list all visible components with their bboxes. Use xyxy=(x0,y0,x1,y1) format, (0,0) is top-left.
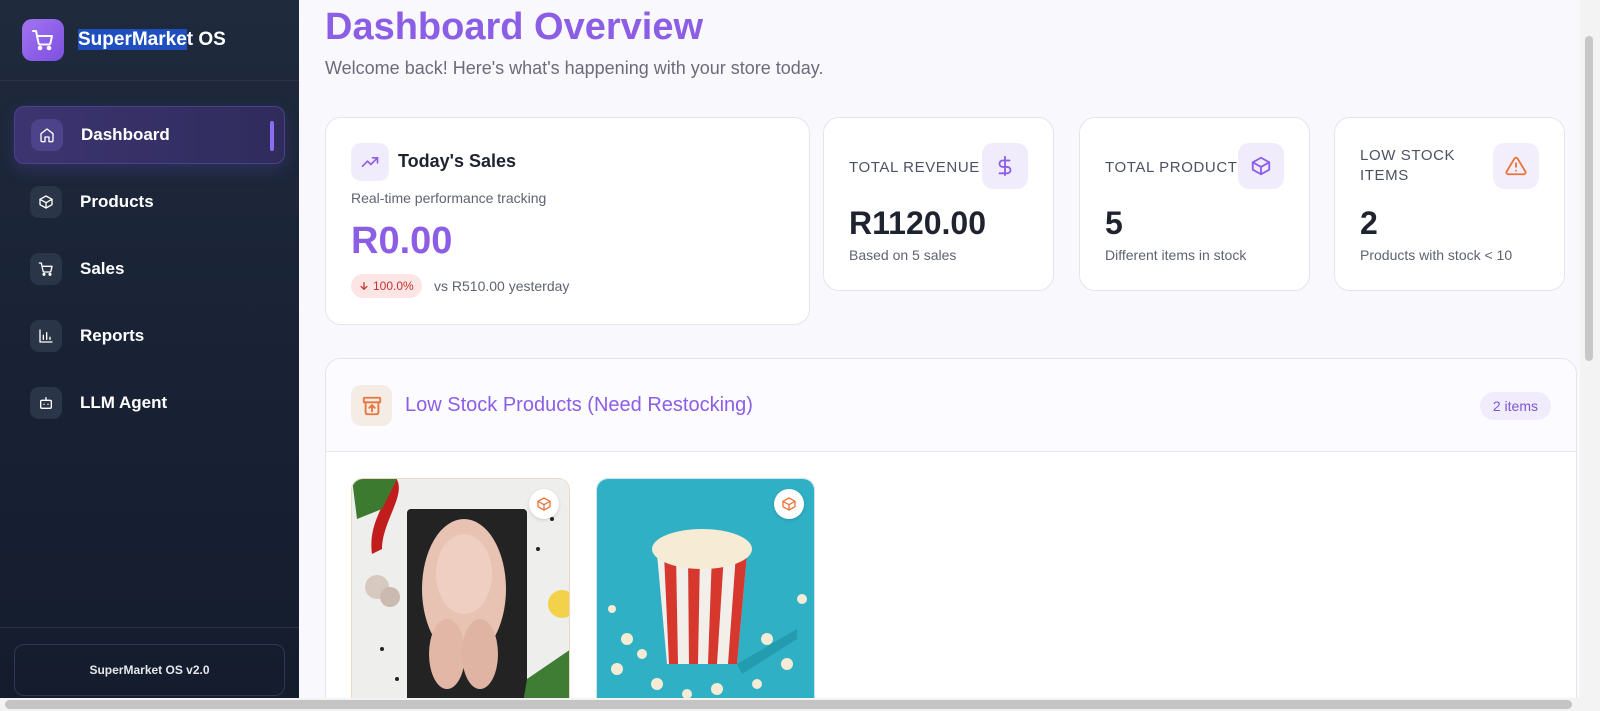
total-products-card: TOTAL PRODUCTS 5 Different items in stoc… xyxy=(1079,117,1310,291)
package-badge-icon xyxy=(529,489,559,519)
app-name-rest: t OS xyxy=(186,29,226,50)
sales-subtitle: Real-time performance tracking xyxy=(351,190,547,206)
sales-title: Today's Sales xyxy=(398,151,517,171)
stat-value: 5 xyxy=(1105,205,1123,241)
stat-value: 2 xyxy=(1360,205,1378,241)
trending-up-icon xyxy=(351,143,389,181)
main-content: Dashboard Overview Welcome back! Here's … xyxy=(299,0,1580,711)
stat-subtext: Based on 5 sales xyxy=(849,247,957,263)
todays-sales-card: Today's Sales Real-time performance trac… xyxy=(325,117,810,325)
version-label: SuperMarket OS v2.0 xyxy=(14,644,285,696)
low-stock-count-badge: 2 items xyxy=(1479,392,1551,420)
stat-label: LOW STOCK ITEMS xyxy=(1360,147,1456,184)
sidebar-footer: SuperMarket OS v2.0 xyxy=(0,627,299,698)
nav-item-dashboard[interactable]: Dashboard xyxy=(14,106,285,164)
sales-amount: R0.00 xyxy=(351,220,453,262)
home-icon xyxy=(31,119,63,151)
package-icon xyxy=(1238,143,1284,189)
low-stock-header: Low Stock Products (Need Restocking) 2 i… xyxy=(326,359,1576,452)
page-subtitle: Welcome back! Here's what's happening wi… xyxy=(325,58,824,78)
delta-value: 100.0% xyxy=(373,279,414,293)
stat-subtext: Products with stock < 10 xyxy=(1360,247,1513,263)
warning-icon xyxy=(1493,143,1539,189)
horizontal-scrollbar[interactable] xyxy=(0,698,1600,711)
arrow-down-icon xyxy=(360,282,368,290)
nav-label: Reports xyxy=(80,326,145,345)
nav-item-llm-agent[interactable]: LLM Agent xyxy=(14,374,285,432)
nav-label: LLM Agent xyxy=(80,393,168,412)
shopping-cart-icon xyxy=(22,19,64,61)
product-card[interactable] xyxy=(596,478,815,708)
total-revenue-card: TOTAL REVENUE R1120.00 Based on 5 sales xyxy=(823,117,1054,291)
vertical-scrollbar-thumb[interactable] xyxy=(1585,36,1593,361)
bot-icon xyxy=(30,387,62,419)
product-card[interactable] xyxy=(351,478,570,708)
stat-label: TOTAL PRODUCTS xyxy=(1105,159,1249,176)
sales-comparison: vs R510.00 yesterday xyxy=(434,278,570,294)
horizontal-scrollbar-thumb[interactable] xyxy=(5,700,1572,709)
stat-subtext: Different items in stock xyxy=(1105,247,1247,263)
nav-item-products[interactable]: Products xyxy=(14,173,285,231)
nav-label: Sales xyxy=(80,259,125,278)
vertical-scrollbar[interactable] xyxy=(1580,0,1600,698)
sales-delta-badge: 100.0% xyxy=(351,274,422,298)
archive-restock-icon xyxy=(351,385,392,426)
cart-icon xyxy=(30,253,62,285)
sidebar: SuperMarket OS Dashboard Products Sales … xyxy=(0,0,299,698)
box-icon xyxy=(30,186,62,218)
low-stock-items-card: LOW STOCK ITEMS 2 Products with stock < … xyxy=(1334,117,1565,291)
main-nav: Dashboard Products Sales Reports LLM Age… xyxy=(0,106,299,432)
page-title: Dashboard Overview xyxy=(325,6,704,48)
stat-value: R1120.00 xyxy=(849,205,987,241)
dollar-icon xyxy=(982,143,1028,189)
nav-label: Products xyxy=(80,192,154,211)
nav-item-sales[interactable]: Sales xyxy=(14,240,285,298)
app-name: SuperMarket OS xyxy=(78,29,226,51)
low-stock-title: Low Stock Products (Need Restocking) xyxy=(405,394,753,416)
nav-item-reports[interactable]: Reports xyxy=(14,307,285,365)
bar-chart-icon xyxy=(30,320,62,352)
package-badge-icon xyxy=(774,489,804,519)
app-name-selected: SuperMarke xyxy=(78,29,187,50)
stat-label: TOTAL REVENUE xyxy=(849,159,980,176)
brand[interactable]: SuperMarket OS xyxy=(0,0,299,81)
nav-label: Dashboard xyxy=(81,125,170,144)
low-stock-products-panel: Low Stock Products (Need Restocking) 2 i… xyxy=(325,358,1577,711)
